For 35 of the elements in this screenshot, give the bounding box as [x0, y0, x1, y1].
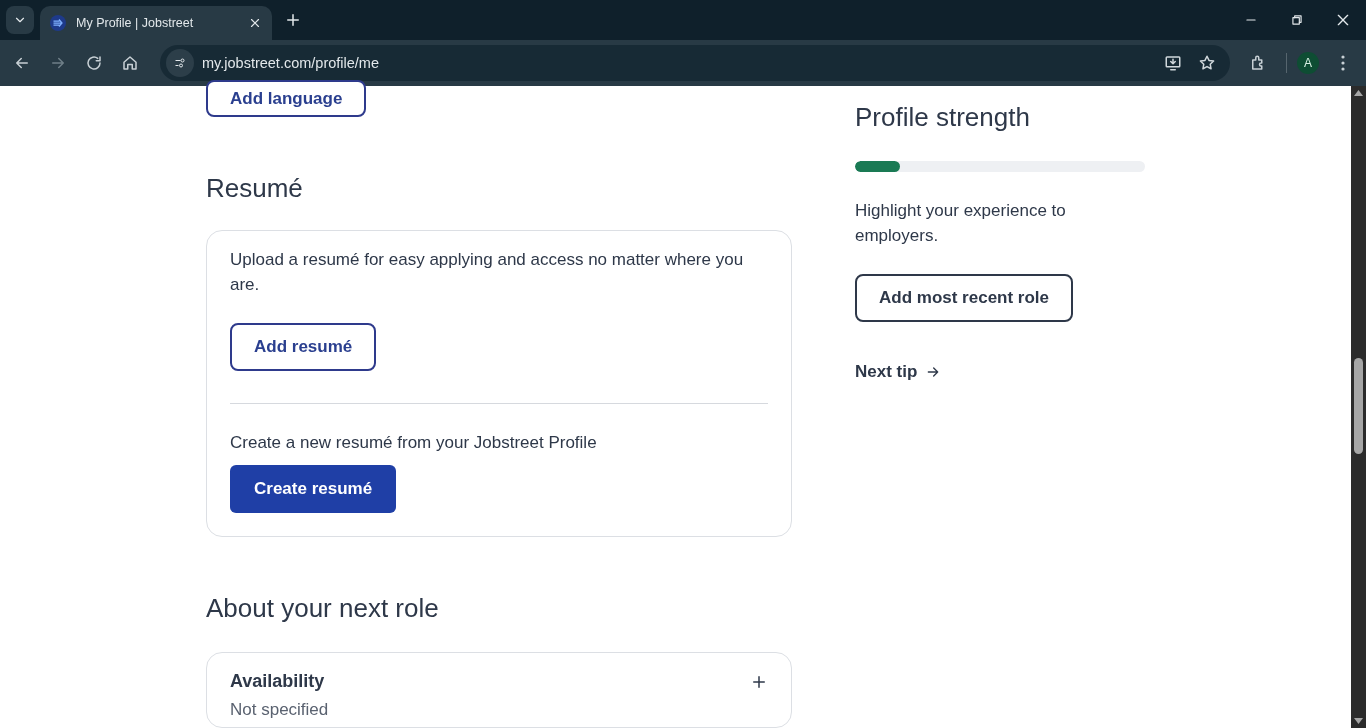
- add-role-button[interactable]: Add most recent role: [855, 274, 1074, 322]
- create-resume-text: Create a new resumé from your Jobstreet Profile: [230, 432, 598, 455]
- profile-avatar[interactable]: A: [1297, 52, 1319, 74]
- next-tip-button[interactable]: Next tip: [855, 362, 942, 382]
- restore-icon: [1290, 13, 1304, 27]
- section-heading: Resumé: [206, 173, 304, 205]
- home-icon: [121, 54, 139, 72]
- url-text: my.jobstreet.com/profile/me: [202, 55, 380, 71]
- tab-title: My Profile | Jobstreet: [76, 16, 195, 30]
- scroll-up-icon[interactable]: [1354, 90, 1363, 96]
- close-icon: [1335, 12, 1351, 28]
- scrollbar[interactable]: [1351, 86, 1366, 728]
- add-resume-button[interactable]: Add resumé: [230, 323, 377, 372]
- address-bar[interactable]: my.jobstreet.com/profile/me: [160, 45, 1230, 81]
- scroll-down-icon[interactable]: [1354, 718, 1363, 724]
- site-settings-icon[interactable]: [166, 49, 194, 77]
- item-value: Not specified: [230, 700, 330, 721]
- plus-icon: [284, 11, 302, 29]
- profile-strength-heading: Profile strength: [855, 102, 1031, 133]
- close-icon: [248, 16, 262, 30]
- add-language-button[interactable]: Add language: [206, 80, 367, 118]
- browser-tab[interactable]: My Profile | Jobstreet: [40, 6, 272, 40]
- item-title: Availability: [230, 671, 325, 693]
- scroll-thumb[interactable]: [1354, 358, 1363, 454]
- more-icon: [1341, 55, 1345, 71]
- install-app-icon: [1164, 54, 1182, 72]
- bookmark-star-icon: [1198, 54, 1216, 72]
- section-heading: About your next role: [206, 593, 440, 625]
- tip-text: Highlight your experience to employers.: [855, 200, 1067, 247]
- create-resume-button[interactable]: Create resumé: [230, 465, 397, 514]
- new-tab-button[interactable]: [284, 11, 302, 29]
- arrow-logo-icon: [50, 15, 66, 31]
- reload-icon: [85, 54, 103, 72]
- tab-search-button[interactable]: [6, 6, 34, 34]
- resume-description: Upload a resumé for easy applying and access no matter where you are.: [230, 249, 745, 297]
